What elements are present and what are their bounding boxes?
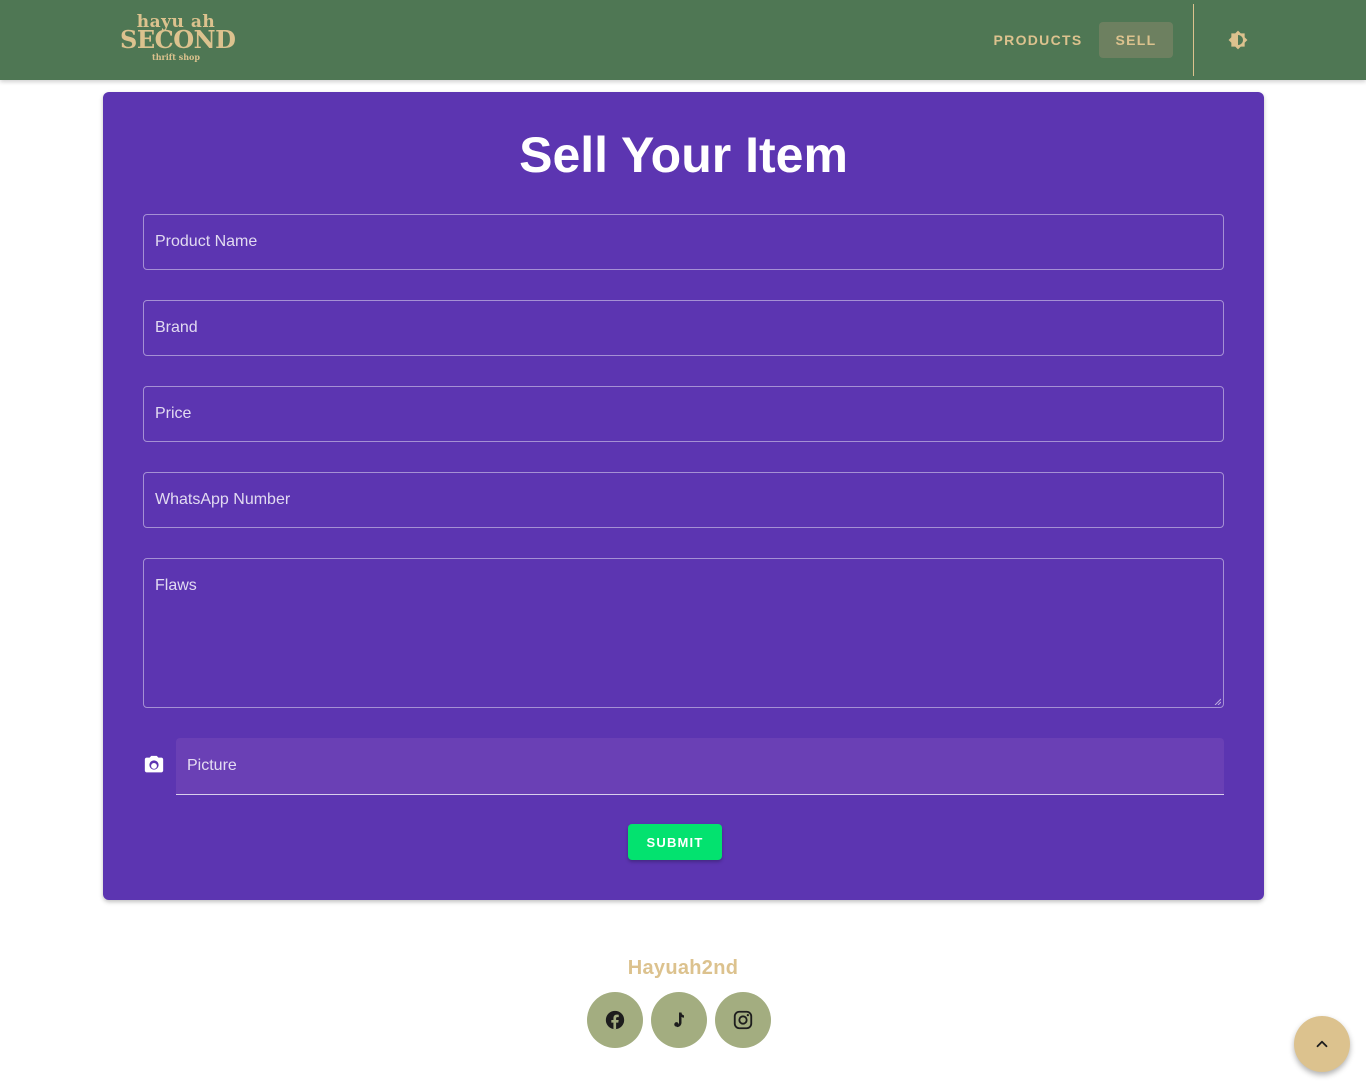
product-name-label: Product Name bbox=[155, 233, 258, 250]
page-title: Sell Your Item bbox=[519, 127, 848, 183]
brand-label: Brand bbox=[155, 319, 198, 336]
product-name-field[interactable]: Product Name bbox=[143, 214, 1224, 270]
logo-line-3: thrift shop bbox=[152, 52, 200, 62]
brightness-icon bbox=[1228, 30, 1248, 50]
facebook-icon bbox=[605, 1010, 625, 1030]
whatsapp-number-field[interactable]: WhatsApp Number bbox=[143, 472, 1224, 528]
footer-brand: Hayuah2nd bbox=[627, 957, 739, 979]
logo-line-2: SECOND bbox=[120, 25, 236, 54]
camera-icon[interactable] bbox=[143, 754, 165, 776]
site-logo[interactable]: hayu ah SECOND thrift shop bbox=[120, 14, 236, 64]
nav-divider bbox=[1193, 4, 1194, 76]
price-label: Price bbox=[155, 405, 192, 422]
flaws-label: Flaws bbox=[155, 577, 197, 594]
whatsapp-number-label: WhatsApp Number bbox=[155, 491, 291, 508]
app-bar: hayu ah SECOND thrift shop PRODUCTS SELL bbox=[0, 0, 1366, 80]
picture-upload-row: Picture bbox=[143, 738, 1224, 795]
theme-toggle-button[interactable] bbox=[1220, 22, 1256, 58]
nav-sell-button[interactable]: SELL bbox=[1099, 22, 1173, 58]
instagram-icon bbox=[733, 1010, 753, 1030]
facebook-button[interactable] bbox=[587, 992, 643, 1048]
picture-file-input[interactable]: Picture bbox=[176, 738, 1224, 795]
scroll-to-top-button[interactable] bbox=[1294, 1016, 1350, 1072]
sell-form-card: Sell Your Item Product Name Brand Price … bbox=[103, 92, 1264, 900]
resize-grip-icon[interactable] bbox=[1214, 698, 1221, 705]
tiktok-icon bbox=[674, 1012, 684, 1028]
price-field[interactable]: Price bbox=[143, 386, 1224, 442]
instagram-button[interactable] bbox=[715, 992, 771, 1048]
brand-field[interactable]: Brand bbox=[143, 300, 1224, 356]
flaws-textarea[interactable]: Flaws bbox=[143, 558, 1224, 708]
submit-button[interactable]: SUBMIT bbox=[628, 824, 722, 860]
picture-label: Picture bbox=[187, 757, 237, 774]
tiktok-button[interactable] bbox=[651, 992, 707, 1048]
chevron-up-icon bbox=[1316, 1040, 1328, 1048]
nav-products-button[interactable]: PRODUCTS bbox=[982, 22, 1094, 58]
